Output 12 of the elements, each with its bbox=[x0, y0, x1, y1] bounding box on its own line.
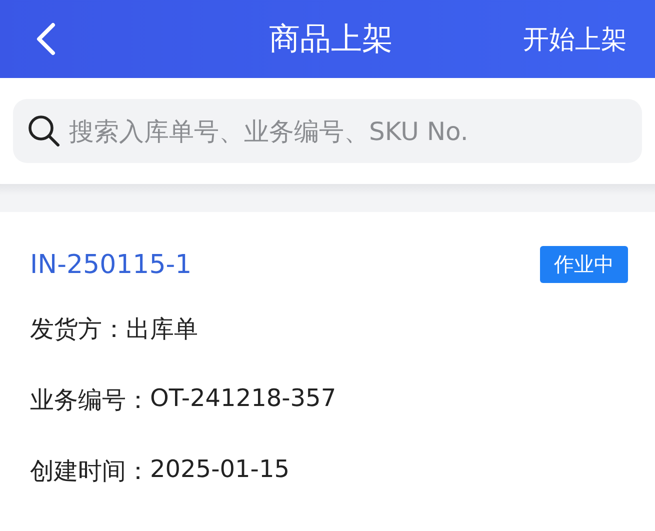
field-label: 发货方： bbox=[30, 314, 126, 345]
field-value: 出库单 bbox=[126, 314, 198, 345]
order-number: IN-250115-1 bbox=[30, 250, 192, 280]
field-label: 业务编号： bbox=[30, 385, 150, 416]
field-value: 2025-01-15 bbox=[150, 455, 290, 483]
search-field[interactable]: 搜索入库单号、业务编号、SKU No. bbox=[13, 99, 642, 163]
start-button[interactable]: 开始上架 bbox=[523, 22, 627, 56]
back-icon[interactable] bbox=[35, 22, 57, 56]
page-title: 商品上架 bbox=[269, 20, 393, 59]
field-label: 创建时间： bbox=[30, 456, 150, 487]
status-tag: 作业中 bbox=[540, 246, 628, 283]
field-value: OT-241218-357 bbox=[150, 384, 336, 412]
